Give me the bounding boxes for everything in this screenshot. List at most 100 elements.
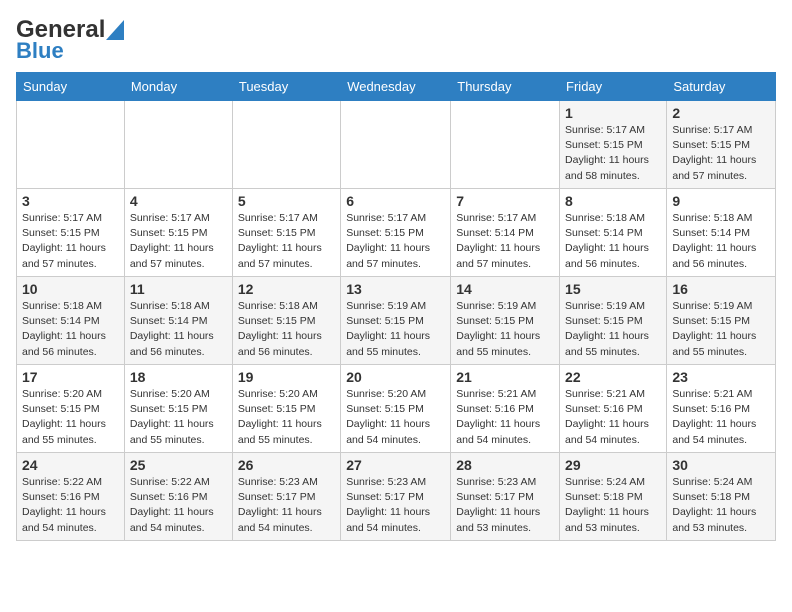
day-number: 6: [346, 193, 445, 209]
day-info: Sunrise: 5:19 AMSunset: 5:15 PMDaylight:…: [565, 299, 661, 360]
day-header-sunday: Sunday: [17, 73, 125, 101]
calendar-cell: 16Sunrise: 5:19 AMSunset: 5:15 PMDayligh…: [667, 277, 776, 365]
day-info: Sunrise: 5:21 AMSunset: 5:16 PMDaylight:…: [672, 387, 770, 448]
calendar-cell: 12 Sunrise: 5:18 AMSunset: 5:15 PMDayligh…: [232, 277, 340, 365]
day-info: Sunrise: 5:24 AMSunset: 5:18 PMDaylight:…: [672, 475, 770, 536]
day-number: 14: [456, 281, 554, 297]
day-info: Sunrise: 5:21 AMSunset: 5:16 PMDaylight:…: [456, 387, 554, 448]
day-number: 10: [22, 281, 119, 297]
calendar-cell: 17 Sunrise: 5:20 AMSunset: 5:15 PMDayligh…: [17, 365, 125, 453]
day-info: Sunrise: 5:17 AMSunset: 5:14 PMDaylight:…: [456, 211, 554, 272]
logo-triangle-icon: [106, 20, 124, 40]
day-number: 3: [22, 193, 119, 209]
calendar-cell: [341, 101, 451, 189]
day-info: Sunrise: 5:21 AMSunset: 5:16 PMDaylight:…: [565, 387, 661, 448]
week-row-2: 3 Sunrise: 5:17 AMSunset: 5:15 PMDaylight…: [17, 189, 776, 277]
day-header-saturday: Saturday: [667, 73, 776, 101]
day-number: 30: [672, 457, 770, 473]
calendar-cell: [17, 101, 125, 189]
day-info: Sunrise: 5:18 AMSunset: 5:15 PMDaylight:…: [238, 299, 335, 360]
day-info: Sunrise: 5:20 AMSunset: 5:15 PMDaylight:…: [238, 387, 335, 448]
day-info: Sunrise: 5:18 AMSunset: 5:14 PMDaylight:…: [130, 299, 227, 360]
calendar-cell: 15 Sunrise: 5:19 AMSunset: 5:15 PMDayligh…: [560, 277, 667, 365]
day-number: 13: [346, 281, 445, 297]
day-info: Sunrise: 5:19 AMSunset: 5:15 PMDaylight:…: [456, 299, 554, 360]
calendar-cell: 7 Sunrise: 5:17 AMSunset: 5:14 PMDaylight…: [451, 189, 560, 277]
day-info: Sunrise: 5:18 AMSunset: 5:14 PMDaylight:…: [22, 299, 119, 360]
day-number: 22: [565, 369, 661, 385]
calendar-cell: 18Sunrise: 5:20 AMSunset: 5:15 PMDayligh…: [124, 365, 232, 453]
calendar-cell: 27 Sunrise: 5:23 AMSunset: 5:17 PMDayligh…: [341, 453, 451, 541]
week-row-3: 10 Sunrise: 5:18 AMSunset: 5:14 PMDayligh…: [17, 277, 776, 365]
day-info: Sunrise: 5:17 AMSunset: 5:15 PMDaylight:…: [130, 211, 227, 272]
calendar-cell: 20 Sunrise: 5:20 AMSunset: 5:15 PMDayligh…: [341, 365, 451, 453]
header-row: SundayMondayTuesdayWednesdayThursdayFrid…: [17, 73, 776, 101]
day-info: Sunrise: 5:23 AMSunset: 5:17 PMDaylight:…: [456, 475, 554, 536]
day-number: 7: [456, 193, 554, 209]
day-info: Sunrise: 5:23 AMSunset: 5:17 PMDaylight:…: [346, 475, 445, 536]
calendar-cell: 28 Sunrise: 5:23 AMSunset: 5:17 PMDayligh…: [451, 453, 560, 541]
day-info: Sunrise: 5:17 AMSunset: 5:15 PMDaylight:…: [346, 211, 445, 272]
calendar-cell: 9 Sunrise: 5:18 AMSunset: 5:14 PMDaylight…: [667, 189, 776, 277]
day-number: 1: [565, 105, 661, 121]
week-row-5: 24Sunrise: 5:22 AMSunset: 5:16 PMDayligh…: [17, 453, 776, 541]
calendar-cell: 11 Sunrise: 5:18 AMSunset: 5:14 PMDayligh…: [124, 277, 232, 365]
calendar-cell: 19 Sunrise: 5:20 AMSunset: 5:15 PMDayligh…: [232, 365, 340, 453]
calendar-cell: 13 Sunrise: 5:19 AMSunset: 5:15 PMDayligh…: [341, 277, 451, 365]
day-number: 9: [672, 193, 770, 209]
day-number: 23: [672, 369, 770, 385]
day-info: Sunrise: 5:22 AMSunset: 5:16 PMDaylight:…: [130, 475, 227, 536]
calendar-cell: 30 Sunrise: 5:24 AMSunset: 5:18 PMDayligh…: [667, 453, 776, 541]
day-number: 20: [346, 369, 445, 385]
day-number: 29: [565, 457, 661, 473]
calendar-cell: 4 Sunrise: 5:17 AMSunset: 5:15 PMDaylight…: [124, 189, 232, 277]
calendar-cell: 22 Sunrise: 5:21 AMSunset: 5:16 PMDayligh…: [560, 365, 667, 453]
day-info: Sunrise: 5:17 AMSunset: 5:15 PMDaylight:…: [565, 123, 661, 184]
day-number: 27: [346, 457, 445, 473]
day-number: 4: [130, 193, 227, 209]
day-number: 15: [565, 281, 661, 297]
logo: General Blue: [16, 16, 124, 64]
day-number: 25: [130, 457, 227, 473]
week-row-4: 17 Sunrise: 5:20 AMSunset: 5:15 PMDayligh…: [17, 365, 776, 453]
calendar-cell: 24Sunrise: 5:22 AMSunset: 5:16 PMDayligh…: [17, 453, 125, 541]
day-header-thursday: Thursday: [451, 73, 560, 101]
calendar-cell: 5 Sunrise: 5:17 AMSunset: 5:15 PMDaylight…: [232, 189, 340, 277]
calendar-cell: [232, 101, 340, 189]
day-number: 21: [456, 369, 554, 385]
calendar-cell: 2Sunrise: 5:17 AMSunset: 5:15 PMDaylight…: [667, 101, 776, 189]
day-number: 5: [238, 193, 335, 209]
calendar-cell: [124, 101, 232, 189]
calendar-cell: 25 Sunrise: 5:22 AMSunset: 5:16 PMDayligh…: [124, 453, 232, 541]
calendar-header: SundayMondayTuesdayWednesdayThursdayFrid…: [17, 73, 776, 101]
day-header-monday: Monday: [124, 73, 232, 101]
day-info: Sunrise: 5:18 AMSunset: 5:14 PMDaylight:…: [565, 211, 661, 272]
logo-blue: Blue: [16, 38, 64, 64]
day-number: 12: [238, 281, 335, 297]
day-number: 26: [238, 457, 335, 473]
calendar-cell: [451, 101, 560, 189]
day-info: Sunrise: 5:20 AMSunset: 5:15 PMDaylight:…: [22, 387, 119, 448]
day-number: 19: [238, 369, 335, 385]
day-info: Sunrise: 5:17 AMSunset: 5:15 PMDaylight:…: [22, 211, 119, 272]
day-number: 28: [456, 457, 554, 473]
calendar-cell: 29Sunrise: 5:24 AMSunset: 5:18 PMDayligh…: [560, 453, 667, 541]
day-number: 18: [130, 369, 227, 385]
day-info: Sunrise: 5:23 AMSunset: 5:17 PMDaylight:…: [238, 475, 335, 536]
calendar-cell: 1 Sunrise: 5:17 AMSunset: 5:15 PMDaylight…: [560, 101, 667, 189]
day-info: Sunrise: 5:20 AMSunset: 5:15 PMDaylight:…: [346, 387, 445, 448]
day-info: Sunrise: 5:19 AMSunset: 5:15 PMDaylight:…: [346, 299, 445, 360]
calendar-cell: 6 Sunrise: 5:17 AMSunset: 5:15 PMDaylight…: [341, 189, 451, 277]
calendar-cell: 3 Sunrise: 5:17 AMSunset: 5:15 PMDaylight…: [17, 189, 125, 277]
calendar-cell: 21 Sunrise: 5:21 AMSunset: 5:16 PMDayligh…: [451, 365, 560, 453]
day-info: Sunrise: 5:22 AMSunset: 5:16 PMDaylight:…: [22, 475, 119, 536]
day-number: 11: [130, 281, 227, 297]
day-number: 17: [22, 369, 119, 385]
day-info: Sunrise: 5:18 AMSunset: 5:14 PMDaylight:…: [672, 211, 770, 272]
calendar-cell: 14 Sunrise: 5:19 AMSunset: 5:15 PMDayligh…: [451, 277, 560, 365]
page-header: General Blue: [16, 16, 776, 64]
calendar-cell: 8Sunrise: 5:18 AMSunset: 5:14 PMDaylight…: [560, 189, 667, 277]
week-row-1: 1 Sunrise: 5:17 AMSunset: 5:15 PMDaylight…: [17, 101, 776, 189]
calendar-cell: 26 Sunrise: 5:23 AMSunset: 5:17 PMDayligh…: [232, 453, 340, 541]
day-info: Sunrise: 5:17 AMSunset: 5:15 PMDaylight:…: [238, 211, 335, 272]
